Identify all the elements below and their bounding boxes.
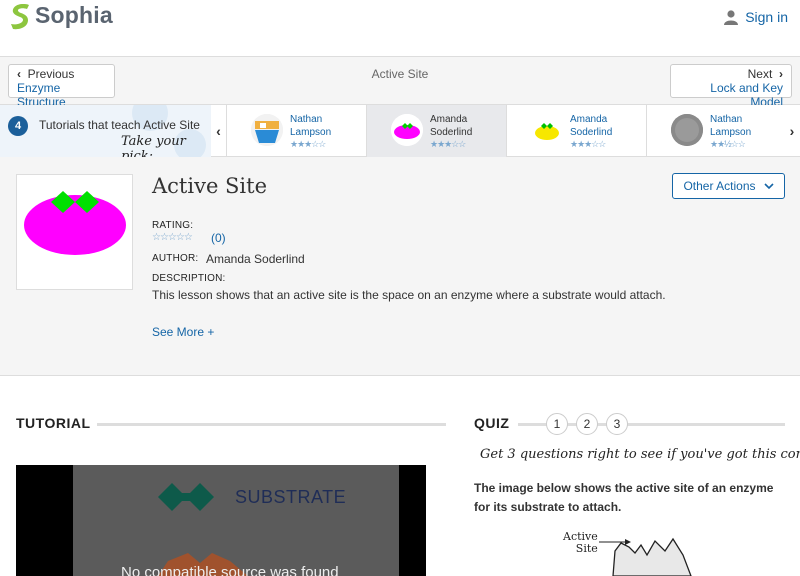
divider xyxy=(97,423,446,426)
quiz-question-2[interactable]: 2 xyxy=(576,413,598,435)
see-more-link[interactable]: See More + xyxy=(152,325,214,339)
sign-in-button[interactable]: Sign in xyxy=(724,9,788,25)
video-substrate-label: SUBSTRATE xyxy=(235,487,347,507)
tutorial-card[interactable]: Amanda Soderlind ★★★☆☆ xyxy=(507,105,647,157)
author-label: AUTHOR: xyxy=(152,253,199,264)
star-rating: ★★½☆☆ xyxy=(710,139,746,149)
user-icon xyxy=(724,9,739,25)
tutorial-author-first: Nathan xyxy=(710,114,743,125)
video-player[interactable]: SUBSTRATE No compatible source was found xyxy=(16,465,426,576)
tutorial-thumbnail xyxy=(671,114,703,146)
quiz-figure: Active Site xyxy=(555,527,705,576)
lesson-thumbnail xyxy=(16,174,133,290)
rating-stars[interactable]: ☆☆☆☆☆ xyxy=(152,232,193,243)
tutorial-author-first: Amanda xyxy=(570,114,608,125)
tutorial-author-first: Amanda xyxy=(430,114,468,125)
author-name: Amanda Soderlind xyxy=(206,252,305,266)
lesson-title: Active Site xyxy=(152,174,268,198)
tutorial-picker-label: Tutorials that teach Active Site xyxy=(39,118,200,132)
next-tutorial-button[interactable]: Next › Lock and Key Model xyxy=(670,64,792,109)
chevron-down-icon xyxy=(763,182,774,189)
video-error-message: No compatible source was found xyxy=(121,564,339,576)
next-label: Next xyxy=(747,67,773,81)
tutorial-thumbnail xyxy=(391,114,423,146)
take-your-pick-label: Take your pick: xyxy=(121,134,186,157)
star-rating: ★★★☆☆ xyxy=(290,139,326,149)
chevron-right-icon[interactable]: › xyxy=(784,105,800,157)
tutorial-thumbnail xyxy=(531,114,563,146)
quiz-question-1[interactable]: 1 xyxy=(546,413,568,435)
other-actions-label: Other Actions xyxy=(683,179,756,193)
enzyme-diagram-icon xyxy=(599,537,692,576)
quiz-tagline: Get 3 questions right to see if you've g… xyxy=(480,447,800,462)
lesson-description: This lesson shows that an active site is… xyxy=(152,288,666,302)
sign-in-label: Sign in xyxy=(745,9,788,25)
tutorial-heading: TUTORIAL xyxy=(16,415,91,431)
quiz-heading: QUIZ xyxy=(474,415,510,431)
tutorial-picker: 4 Tutorials that teach Active Site Take … xyxy=(0,105,800,157)
tutorial-thumbnail xyxy=(251,114,283,146)
video-frame: SUBSTRATE No compatible source was found xyxy=(73,465,399,576)
tutorial-card[interactable]: Nathan Lampson ★★½☆☆ xyxy=(647,105,784,157)
tutorial-author-last: Soderlind xyxy=(570,127,613,138)
tutorial-author-last: Lampson xyxy=(710,127,752,138)
substrate-shape-icon xyxy=(158,483,214,511)
site-header: Sophia Sign in xyxy=(0,0,800,57)
quiz-question-text: The image below shows the active site of… xyxy=(474,481,774,514)
lesson-navigation: ‹ Previous Enzyme Structure Active Site … xyxy=(0,57,800,109)
chevron-right-icon: › xyxy=(779,67,783,81)
tutorial-card[interactable]: Nathan Lampson ★★★☆☆ xyxy=(227,105,367,157)
other-actions-dropdown[interactable]: Other Actions xyxy=(672,173,785,199)
tutorial-author-last: Lampson xyxy=(290,127,332,138)
quiz-question-3[interactable]: 3 xyxy=(606,413,628,435)
sophia-logo-icon[interactable] xyxy=(9,3,31,30)
star-rating: ★★★☆☆ xyxy=(430,139,466,149)
tutorial-card-selected[interactable]: Amanda Soderlind ★★★☆☆ xyxy=(367,105,507,157)
rating-label: RATING: xyxy=(152,220,194,231)
brand-name[interactable]: Sophia xyxy=(35,2,113,29)
tutorial-count-badge: 4 xyxy=(8,116,28,136)
tutorial-author-first: Nathan xyxy=(290,114,323,125)
chevron-left-icon[interactable]: ‹ xyxy=(211,105,227,157)
description-label: DESCRIPTION: xyxy=(152,273,226,284)
star-rating: ★★★☆☆ xyxy=(570,139,606,149)
rating-count[interactable]: (0) xyxy=(211,231,226,245)
lesson-summary: Active Site RATING: ☆☆☆☆☆ (0) AUTHOR: Am… xyxy=(0,157,800,376)
tutorial-picker-intro: 4 Tutorials that teach Active Site Take … xyxy=(0,105,211,157)
tutorial-author-last: Soderlind xyxy=(430,127,473,138)
